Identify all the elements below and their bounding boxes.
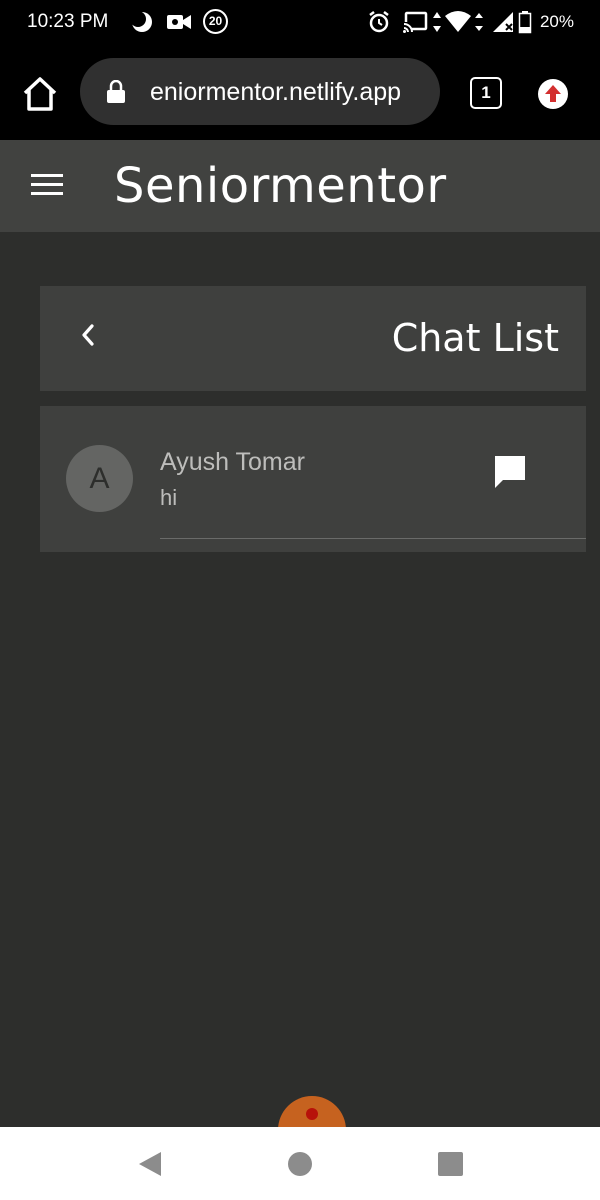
status-bar: 10:23 PM 20 20% xyxy=(0,0,600,46)
url-text: eniormentor.netlify.app xyxy=(150,78,402,106)
nav-back-icon[interactable] xyxy=(137,1151,163,1177)
signal-icon xyxy=(493,12,513,32)
home-icon[interactable] xyxy=(20,74,60,114)
battery-icon xyxy=(518,11,532,34)
lock-icon xyxy=(107,80,125,103)
chat-list-header: Chat List xyxy=(40,286,586,391)
nav-recents-icon[interactable] xyxy=(438,1152,463,1176)
moon-icon xyxy=(130,11,152,32)
browser-toolbar: eniormentor.netlify.app 1 xyxy=(0,46,600,140)
badge-icon: 20 xyxy=(203,9,228,34)
wifi-icon xyxy=(445,11,471,32)
alarm-icon xyxy=(369,11,389,33)
dot-icon xyxy=(306,1108,318,1120)
video-camera-icon xyxy=(167,15,191,29)
update-icon[interactable] xyxy=(538,79,568,109)
divider xyxy=(160,538,586,539)
avatar: A xyxy=(66,445,133,512)
system-nav-bar xyxy=(0,1127,600,1200)
app-title: Seniormentor xyxy=(114,158,447,214)
nav-home-icon[interactable] xyxy=(288,1152,312,1176)
hamburger-menu-icon[interactable] xyxy=(31,174,63,198)
address-bar[interactable]: eniormentor.netlify.app xyxy=(80,58,440,125)
status-time: 10:23 PM xyxy=(27,11,109,32)
tab-switcher-button[interactable]: 1 xyxy=(470,77,502,109)
data-arrows-icon xyxy=(433,12,441,32)
last-message: hi xyxy=(160,485,178,510)
back-chevron-icon[interactable] xyxy=(76,320,100,350)
list-item[interactable]: A Ayush Tomar hi xyxy=(40,406,586,552)
contact-name: Ayush Tomar xyxy=(160,448,305,476)
cast-icon xyxy=(402,11,428,34)
data-arrows-icon xyxy=(475,13,483,31)
chat-bubble-icon[interactable] xyxy=(492,453,528,491)
battery-percent: 20% xyxy=(539,12,574,31)
app-header: Seniormentor xyxy=(0,140,600,232)
chat-list-title: Chat List xyxy=(391,316,559,360)
